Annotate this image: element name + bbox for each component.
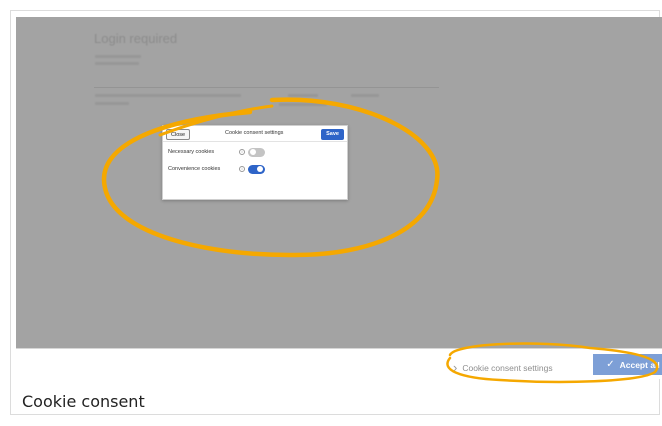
cookie-settings-label: Cookie consent settings xyxy=(462,362,553,373)
blurred-text-line xyxy=(95,94,241,97)
info-icon[interactable]: i xyxy=(239,149,245,155)
necessary-cookies-toggle[interactable] xyxy=(248,147,265,157)
cookie-settings-link[interactable]: › Cookie consent settings xyxy=(453,360,553,375)
convenience-cookies-toggle[interactable] xyxy=(248,164,265,174)
necessary-cookies-label: Necessary cookies xyxy=(168,149,215,155)
blurred-text-line xyxy=(351,94,379,97)
chevron-right-icon: › xyxy=(453,360,458,375)
cookie-banner xyxy=(16,348,662,379)
blurred-text-line xyxy=(288,94,318,97)
save-button[interactable]: Save xyxy=(321,129,344,140)
info-icon[interactable]: i xyxy=(239,166,245,172)
accept-all-button[interactable]: ✓ Accept all xyxy=(593,354,662,375)
close-button[interactable]: Close xyxy=(166,129,191,140)
dialog-header: Close Cookie consent settings Save xyxy=(163,126,347,142)
figure-caption: Cookie consent xyxy=(22,392,145,411)
check-icon: ✓ xyxy=(606,359,615,370)
accept-all-label: Accept all xyxy=(619,359,660,370)
necessary-cookies-row: Necessary cookies i xyxy=(168,146,265,158)
cookie-settings-dialog: Close Cookie consent settings Save Neces… xyxy=(162,125,348,200)
divider xyxy=(94,87,439,88)
blurred-text-line xyxy=(95,62,139,65)
convenience-cookies-label: Convenience cookies xyxy=(168,166,221,172)
page-title: Login required xyxy=(94,31,178,46)
blurred-text-line xyxy=(279,103,327,106)
blurred-text-line xyxy=(95,102,129,105)
blurred-text-line xyxy=(95,55,141,58)
convenience-cookies-row: Convenience cookies i xyxy=(168,163,265,175)
dialog-title: Cookie consent settings xyxy=(225,130,284,136)
